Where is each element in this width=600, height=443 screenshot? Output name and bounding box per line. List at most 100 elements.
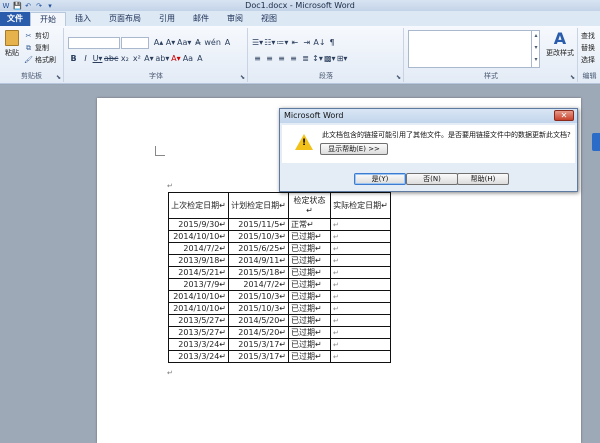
table-cell[interactable]: ↵ — [330, 326, 391, 339]
table-cell[interactable]: ↵ — [330, 254, 391, 267]
text-effects-button[interactable]: A▾ — [143, 53, 154, 65]
character-shading-button[interactable]: Aa — [182, 53, 193, 65]
strikethrough-button[interactable]: abc — [104, 53, 118, 65]
multilevel-list-button[interactable]: ≔▾ — [276, 37, 288, 49]
table-cell[interactable]: 2014/9/11↵ — [228, 254, 289, 267]
table-cell[interactable]: 已过期↵ — [288, 314, 331, 327]
table-cell[interactable]: 2013/5/27↵ — [168, 326, 229, 339]
table-cell[interactable]: 2014/7/2↵ — [228, 278, 289, 291]
justify-button[interactable]: ≡ — [288, 53, 299, 65]
table-cell[interactable]: ↵ — [330, 230, 391, 243]
table-cell[interactable]: 2015/10/3↵ — [228, 290, 289, 303]
table-cell[interactable]: 2014/5/20↵ — [228, 314, 289, 327]
change-case-button[interactable]: Aa▾ — [177, 37, 191, 49]
borders-button[interactable]: ⊞▾ — [337, 53, 348, 65]
grow-font-button[interactable]: A▴ — [153, 37, 164, 49]
table-cell[interactable]: 2014/5/20↵ — [228, 326, 289, 339]
table-cell[interactable]: 已过期↵ — [288, 290, 331, 303]
table-cell[interactable]: 2014/10/10↵ — [168, 290, 229, 303]
table-cell[interactable]: 2015/3/17↵ — [228, 350, 289, 363]
align-center-button[interactable]: ≡ — [264, 53, 275, 65]
font-name-combobox[interactable] — [68, 37, 120, 49]
table-cell[interactable]: ↵ — [330, 218, 391, 231]
table-cell[interactable]: 已过期↵ — [288, 266, 331, 279]
styles-dialog-launcher-icon[interactable]: ⬊ — [570, 74, 575, 81]
select-button[interactable]: 选择 — [581, 54, 595, 66]
tab-mailings[interactable]: 邮件 — [184, 12, 218, 26]
underline-button[interactable]: U▾ — [92, 53, 103, 65]
table-cell[interactable]: 2014/7/2↵ — [168, 242, 229, 255]
paragraph-dialog-launcher-icon[interactable]: ⬊ — [396, 74, 401, 81]
table-cell[interactable]: ↵ — [330, 350, 391, 363]
numbering-button[interactable]: ☷▾ — [264, 37, 275, 49]
tab-review[interactable]: 审阅 — [218, 12, 252, 26]
clear-formatting-button[interactable]: A̶ — [192, 37, 203, 49]
yes-button[interactable]: 是(Y) — [354, 173, 406, 185]
table-cell[interactable]: 已过期↵ — [288, 278, 331, 291]
table-cell[interactable]: ↵ — [330, 302, 391, 315]
no-button[interactable]: 否(N) — [406, 173, 458, 185]
table-cell[interactable]: 已过期↵ — [288, 350, 331, 363]
cut-button[interactable]: ✂ 剪切 — [24, 30, 56, 42]
style-gallery-scroll[interactable]: ▴ ▾ ▾ — [531, 30, 540, 68]
table-cell[interactable]: 2015/5/18↵ — [228, 266, 289, 279]
highlight-button[interactable]: ab▾ — [155, 53, 169, 65]
table-cell[interactable]: 2015/6/25↵ — [228, 242, 289, 255]
superscript-button[interactable]: x² — [131, 53, 142, 65]
table-cell[interactable]: 2014/10/10↵ — [168, 230, 229, 243]
copy-button[interactable]: ⧉ 复制 — [24, 42, 56, 54]
inspection-table[interactable]: 上次检定日期↵ 计划检定日期↵ 检定状态↵ 实际检定日期↵ 2015/9/30↵… — [168, 192, 391, 363]
side-panel-tab[interactable] — [592, 133, 600, 151]
table-cell[interactable]: ↵ — [330, 278, 391, 291]
table-cell[interactable]: ↵ — [330, 314, 391, 327]
table-cell[interactable]: 2013/3/24↵ — [168, 338, 229, 351]
table-cell[interactable]: 2013/7/9↵ — [168, 278, 229, 291]
table-cell[interactable]: 2015/11/5↵ — [228, 218, 289, 231]
table-cell[interactable]: ↵ — [330, 266, 391, 279]
shading-button[interactable]: ▩▾ — [324, 53, 336, 65]
dialog-title-bar[interactable]: Microsoft Word ✕ — [280, 109, 577, 123]
format-painter-button[interactable]: 🖌 格式刷 — [24, 54, 56, 66]
table-cell[interactable]: 已过期↵ — [288, 230, 331, 243]
dialog-close-button[interactable]: ✕ — [554, 110, 574, 121]
tab-page-layout[interactable]: 页面布局 — [100, 12, 150, 26]
font-color-button[interactable]: A▾ — [170, 53, 181, 65]
paste-button[interactable]: 粘贴 — [3, 30, 21, 68]
line-spacing-button[interactable]: ↕▾ — [312, 53, 323, 65]
subscript-button[interactable]: x₂ — [119, 53, 130, 65]
bold-button[interactable]: B — [68, 53, 79, 65]
table-cell[interactable]: 已过期↵ — [288, 326, 331, 339]
change-styles-button[interactable]: A 更改样式 — [544, 30, 576, 58]
table-cell[interactable]: 2015/10/3↵ — [228, 302, 289, 315]
table-cell[interactable]: 已过期↵ — [288, 254, 331, 267]
decrease-indent-button[interactable]: ⇤ — [289, 37, 300, 49]
show-marks-button[interactable]: ¶ — [327, 37, 338, 49]
clipboard-dialog-launcher-icon[interactable]: ⬊ — [56, 74, 61, 81]
increase-indent-button[interactable]: ⇥ — [301, 37, 312, 49]
tab-references[interactable]: 引用 — [150, 12, 184, 26]
table-cell[interactable]: 已过期↵ — [288, 242, 331, 255]
table-cell[interactable]: 已过期↵ — [288, 302, 331, 315]
replace-button[interactable]: 替换 — [581, 42, 595, 54]
bullets-button[interactable]: ☰▾ — [252, 37, 263, 49]
distributed-button[interactable]: ≣ — [300, 53, 311, 65]
table-cell[interactable]: 正常↵ — [288, 218, 331, 231]
style-gallery[interactable] — [408, 30, 540, 68]
table-cell[interactable]: 已过期↵ — [288, 338, 331, 351]
table-cell[interactable]: 2013/5/27↵ — [168, 314, 229, 327]
character-border-button[interactable]: A — [222, 37, 233, 49]
tab-file[interactable]: 文件 — [0, 12, 30, 26]
shrink-font-button[interactable]: A▾ — [165, 37, 176, 49]
table-cell[interactable]: 2015/10/3↵ — [228, 230, 289, 243]
sort-button[interactable]: A↓ — [313, 37, 325, 49]
help-button[interactable]: 帮助(H) — [457, 173, 509, 185]
table-cell[interactable]: 2015/9/30↵ — [168, 218, 229, 231]
phonetic-guide-button[interactable]: wén — [204, 37, 221, 49]
tab-insert[interactable]: 插入 — [66, 12, 100, 26]
align-left-button[interactable]: ≡ — [252, 53, 263, 65]
tab-view[interactable]: 视图 — [252, 12, 286, 26]
table-cell[interactable]: 2015/3/17↵ — [228, 338, 289, 351]
align-right-button[interactable]: ≡ — [276, 53, 287, 65]
table-cell[interactable]: ↵ — [330, 290, 391, 303]
table-cell[interactable]: 2013/3/24↵ — [168, 350, 229, 363]
